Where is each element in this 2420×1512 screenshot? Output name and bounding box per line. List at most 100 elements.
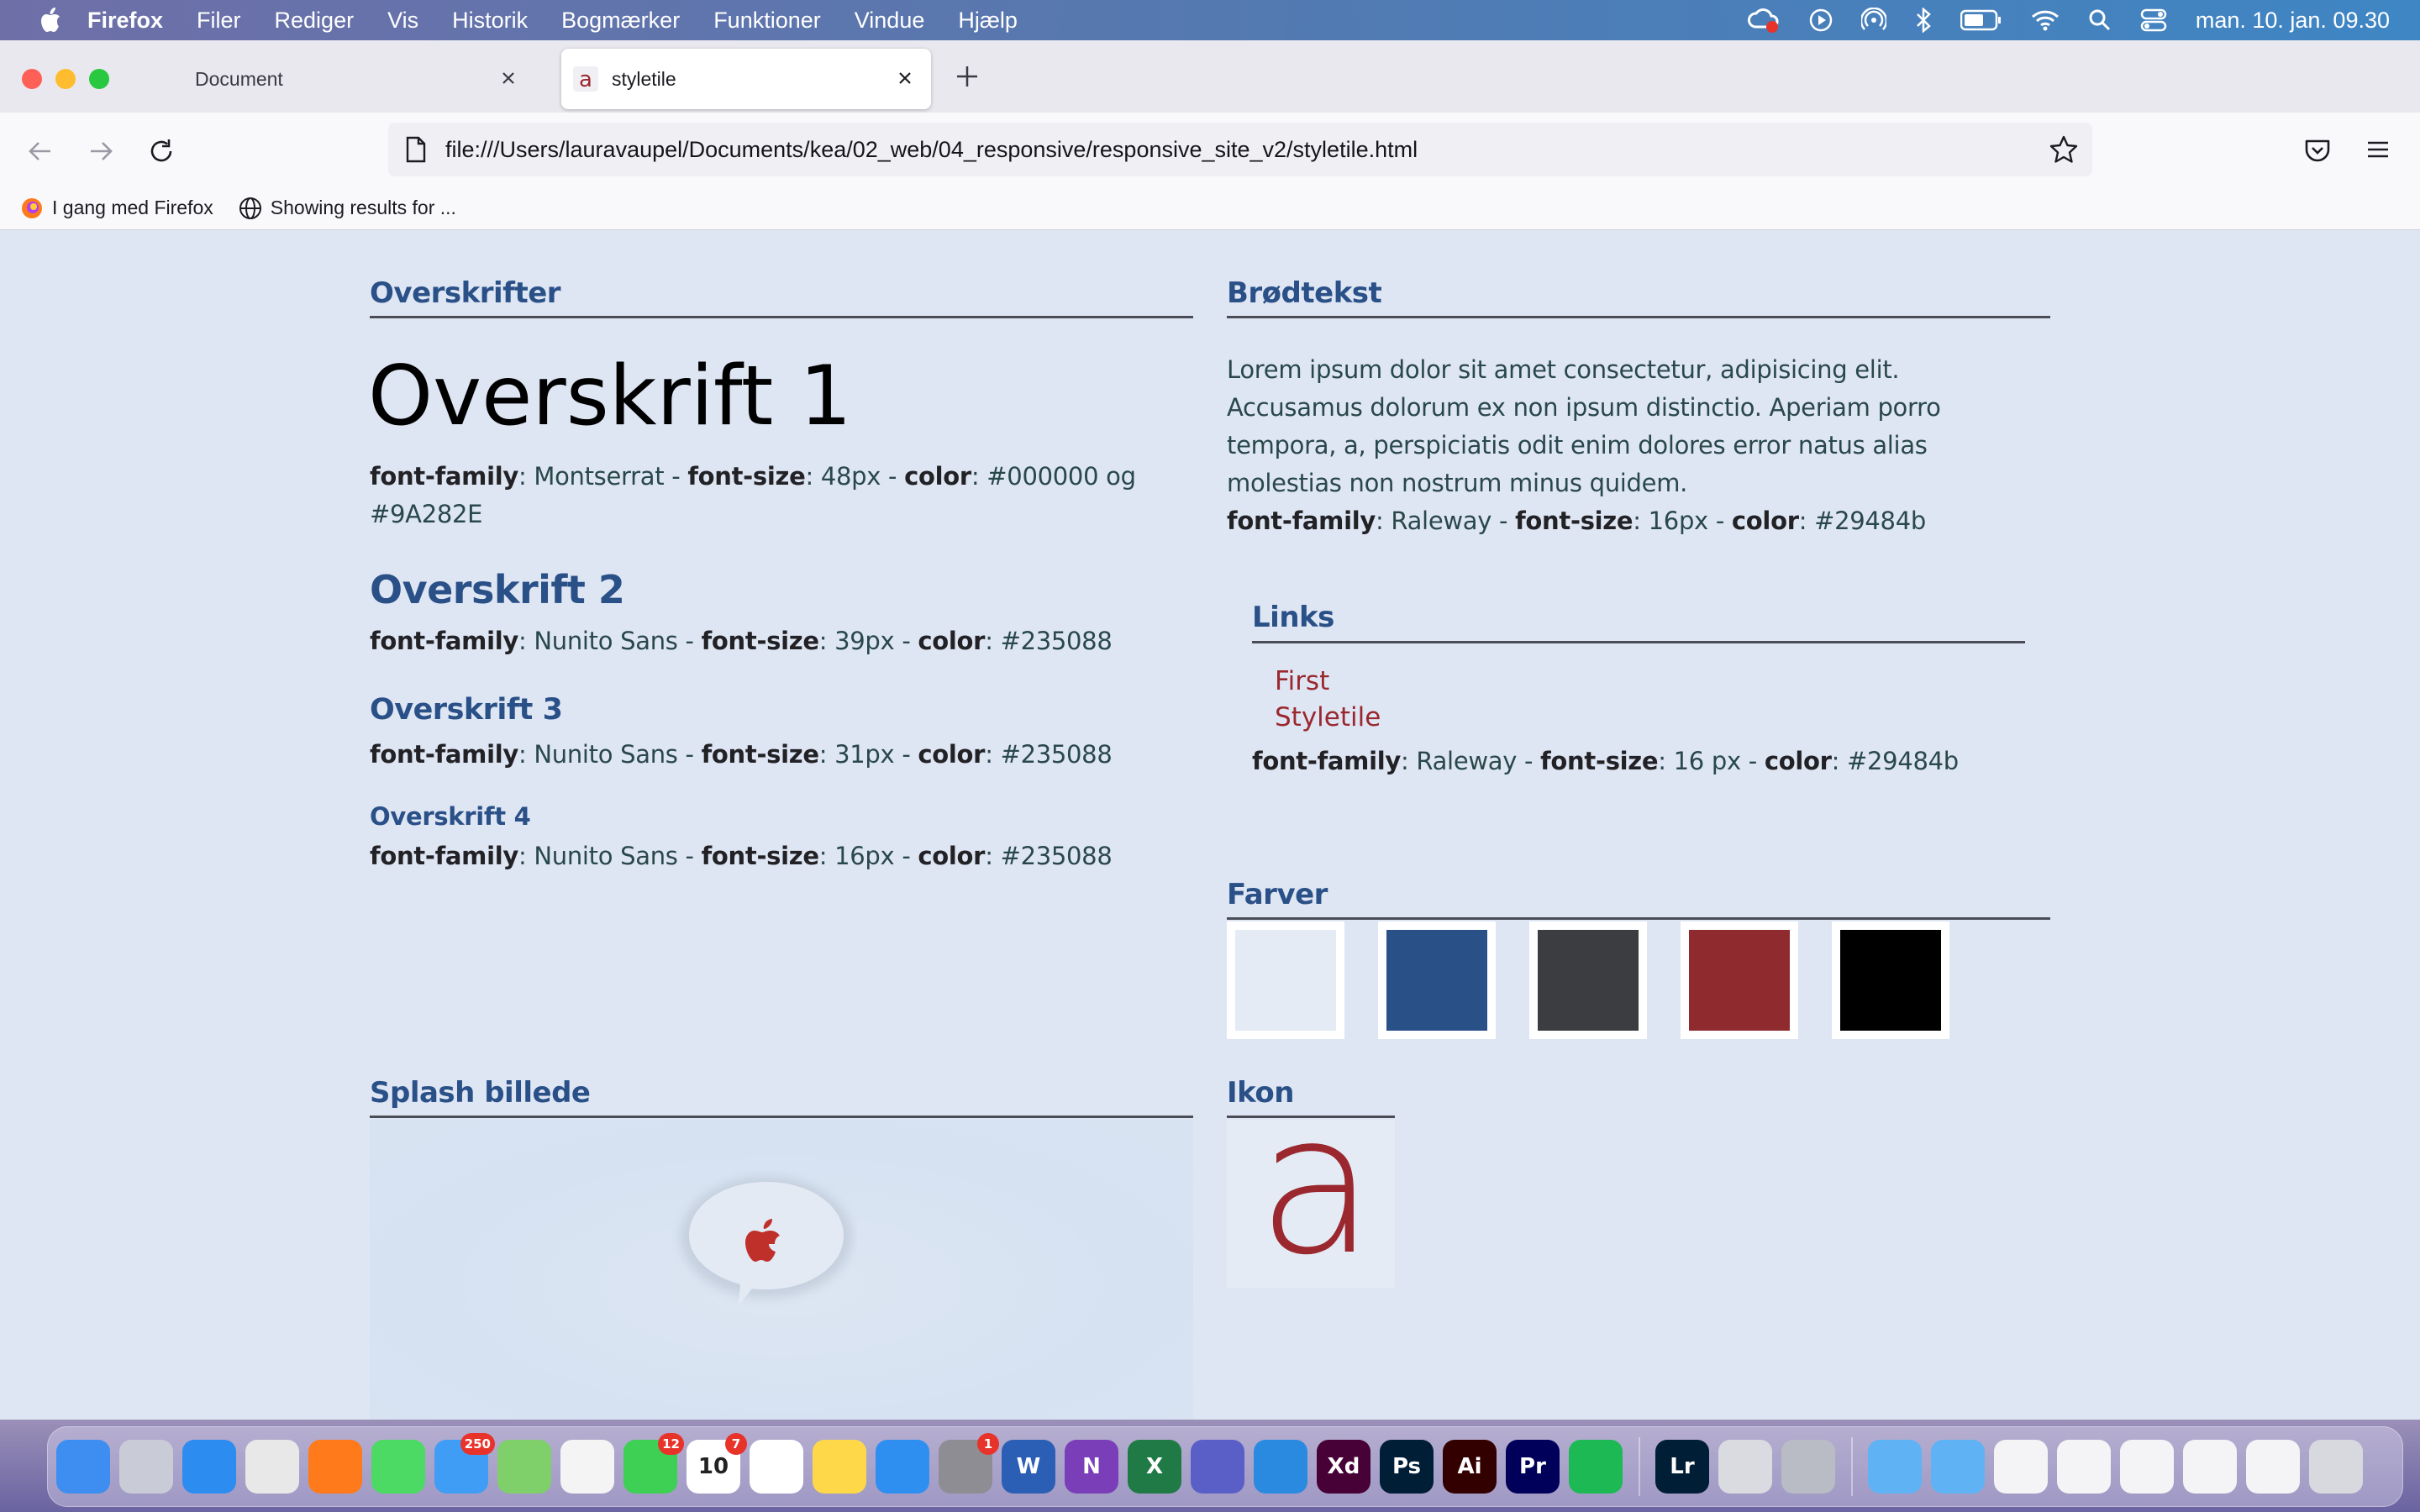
forward-icon[interactable] bbox=[86, 136, 116, 166]
reload-icon[interactable] bbox=[146, 136, 176, 166]
tab-title: Document bbox=[195, 67, 283, 90]
app-store-icon[interactable] bbox=[876, 1440, 929, 1494]
bookmark-showing-results[interactable]: Showing results for ... bbox=[239, 197, 456, 220]
color-swatch-fill bbox=[1689, 930, 1790, 1031]
wifi-icon[interactable] bbox=[2031, 9, 2060, 31]
spotify-icon[interactable] bbox=[1569, 1440, 1623, 1494]
reminders-icon[interactable] bbox=[750, 1440, 803, 1494]
minimize-window-button[interactable] bbox=[55, 69, 76, 89]
menu-bogmaerker[interactable]: Bogmærker bbox=[561, 8, 680, 34]
preview-icon[interactable] bbox=[1718, 1440, 1772, 1494]
pocket-icon[interactable] bbox=[2302, 134, 2333, 165]
spec-value: : #235088 bbox=[985, 740, 1113, 769]
mail-icon[interactable]: 250 bbox=[434, 1433, 495, 1494]
section-rule bbox=[370, 1116, 1193, 1118]
document-thumbnail-icon[interactable] bbox=[2246, 1440, 2300, 1494]
finder-icon[interactable] bbox=[56, 1440, 110, 1494]
page-icon[interactable] bbox=[403, 136, 429, 163]
spotlight-icon[interactable] bbox=[2088, 8, 2112, 32]
bookmark-label: Showing results for ... bbox=[270, 197, 456, 218]
photoshop-icon[interactable]: Ps bbox=[1380, 1440, 1434, 1494]
creative-cloud-icon[interactable] bbox=[1747, 7, 1781, 34]
document-thumbnail-icon[interactable] bbox=[2057, 1440, 2111, 1494]
control-center-icon[interactable] bbox=[2140, 8, 2167, 32]
safari-icon[interactable] bbox=[182, 1440, 236, 1494]
calendar-icon[interactable]: 10 7 bbox=[687, 1433, 747, 1494]
bookmarks-toolbar: I gang med Firefox Showing results for .… bbox=[0, 186, 2420, 230]
menu-vis[interactable]: Vis bbox=[387, 8, 418, 34]
vscode-icon[interactable] bbox=[1254, 1440, 1307, 1494]
url-bar[interactable]: file:///Users/lauravaupel/Documents/kea/… bbox=[388, 123, 2092, 176]
menu-rediger[interactable]: Rediger bbox=[275, 8, 355, 34]
airdrop-icon[interactable] bbox=[1860, 8, 1886, 33]
facetime-icon[interactable]: 12 bbox=[623, 1433, 684, 1494]
notes-icon[interactable] bbox=[813, 1440, 866, 1494]
lightroom-icon[interactable]: Lr bbox=[1655, 1440, 1709, 1494]
tab-styletile[interactable]: a styletile bbox=[561, 49, 931, 109]
onenote-icon[interactable]: N bbox=[1065, 1440, 1118, 1494]
firefox-icon[interactable] bbox=[308, 1440, 362, 1494]
link-styletile[interactable]: Styletile bbox=[1275, 702, 1381, 732]
adobe-xd-icon[interactable]: Xd bbox=[1317, 1440, 1370, 1494]
menu-hamburger-icon[interactable] bbox=[2363, 134, 2393, 165]
body-text-sample: Lorem ipsum dolor sit amet consectetur, … bbox=[1227, 351, 2050, 540]
spec-label: font-size bbox=[1515, 507, 1634, 535]
dock-icon-label: N bbox=[1082, 1454, 1101, 1479]
teams-icon[interactable] bbox=[1191, 1440, 1244, 1494]
globe-icon bbox=[239, 197, 261, 219]
url-text[interactable]: file:///Users/lauravaupel/Documents/kea/… bbox=[445, 137, 1418, 163]
dock-icon-label: W bbox=[1016, 1454, 1041, 1479]
notification-badge: 7 bbox=[725, 1433, 747, 1455]
zoom-window-button[interactable] bbox=[89, 69, 109, 89]
menu-app-name[interactable]: Firefox bbox=[87, 8, 163, 34]
battery-icon[interactable] bbox=[1960, 9, 2002, 31]
trash-icon[interactable] bbox=[2309, 1440, 2363, 1494]
messages-icon[interactable] bbox=[371, 1440, 425, 1494]
apple-icon[interactable] bbox=[37, 6, 62, 34]
photos-icon[interactable] bbox=[560, 1440, 614, 1494]
spec-label: font-family bbox=[1227, 507, 1376, 535]
play-icon[interactable] bbox=[1809, 8, 1833, 32]
notification-badge: 12 bbox=[658, 1433, 684, 1455]
excel-icon[interactable]: X bbox=[1128, 1440, 1181, 1494]
heading-4-spec: font-family: Nunito Sans - font-size: 16… bbox=[370, 837, 1193, 875]
new-tab-icon[interactable] bbox=[955, 64, 980, 89]
back-icon[interactable] bbox=[25, 136, 55, 166]
menu-filer[interactable]: Filer bbox=[197, 8, 241, 34]
folder-icon[interactable] bbox=[1931, 1440, 1985, 1494]
tab-title: styletile bbox=[612, 67, 676, 90]
system-preferences-icon[interactable]: 1 bbox=[939, 1433, 999, 1494]
icon-glyph: a bbox=[1257, 1120, 1376, 1288]
illustrator-icon[interactable]: Ai bbox=[1443, 1440, 1497, 1494]
color-swatch-fill bbox=[1235, 930, 1336, 1031]
menu-vindue[interactable]: Vindue bbox=[855, 8, 925, 34]
menu-funktioner[interactable]: Funktioner bbox=[713, 8, 821, 34]
spec-label: font-size bbox=[701, 842, 819, 870]
heading-2-sample: Overskrift 2 bbox=[370, 567, 625, 612]
tab-document[interactable]: Document bbox=[165, 49, 534, 109]
menu-hjaelp[interactable]: Hjælp bbox=[958, 8, 1018, 34]
close-window-button[interactable] bbox=[22, 69, 42, 89]
font-book-icon[interactable] bbox=[1781, 1440, 1835, 1494]
menu-historik[interactable]: Historik bbox=[452, 8, 528, 34]
document-thumbnail-icon[interactable] bbox=[1994, 1440, 2048, 1494]
spec-label: font-size bbox=[687, 462, 806, 491]
bookmark-firefox[interactable]: I gang med Firefox bbox=[20, 197, 213, 220]
bookmark-star-icon[interactable] bbox=[2049, 134, 2079, 165]
link-first[interactable]: First bbox=[1275, 666, 1329, 696]
document-thumbnail-icon[interactable] bbox=[2120, 1440, 2174, 1494]
close-tab-icon[interactable] bbox=[894, 67, 916, 89]
color-swatch-fill bbox=[1386, 930, 1487, 1031]
document-thumbnail-icon[interactable] bbox=[2183, 1440, 2237, 1494]
spec-label: font-family bbox=[370, 740, 518, 769]
word-icon[interactable]: W bbox=[1002, 1440, 1055, 1494]
premiere-icon[interactable]: Pr bbox=[1506, 1440, 1560, 1494]
bluetooth-icon[interactable] bbox=[1915, 8, 1932, 33]
folder-icon[interactable] bbox=[1868, 1440, 1922, 1494]
close-tab-icon[interactable] bbox=[497, 67, 519, 89]
chrome-icon[interactable] bbox=[245, 1440, 299, 1494]
spec-label: font-size bbox=[1540, 747, 1659, 775]
maps-icon[interactable] bbox=[497, 1440, 551, 1494]
launchpad-icon[interactable] bbox=[119, 1440, 173, 1494]
clock[interactable]: man. 10. jan. 09.30 bbox=[2196, 8, 2390, 34]
